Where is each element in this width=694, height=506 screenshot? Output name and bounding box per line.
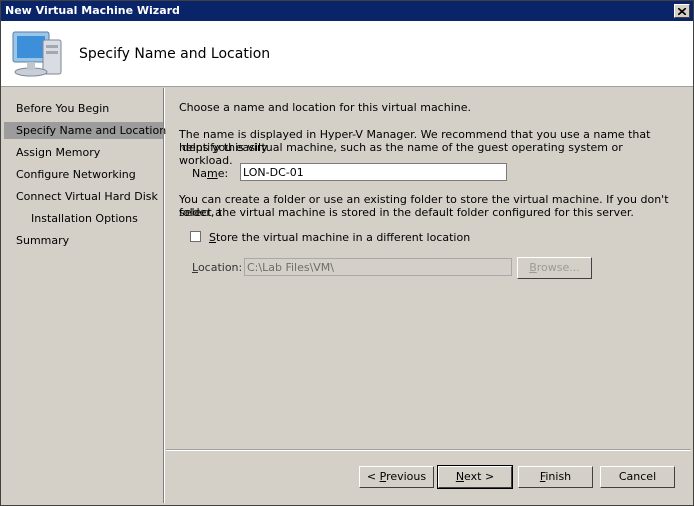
nav-item-assign-memory[interactable]: Assign Memory (4, 144, 164, 161)
wizard-header: Specify Name and Location (1, 21, 693, 87)
nav-item-specify-name-and-location[interactable]: Specify Name and Location (4, 122, 166, 139)
page-title: Specify Name and Location (79, 46, 271, 62)
cancel-button[interactable]: Cancel (600, 466, 675, 488)
location-label: Location: (192, 261, 242, 274)
nav-item-installation-options[interactable]: Installation Options (4, 210, 164, 227)
browse-button[interactable]: Browse... (517, 257, 592, 279)
nav-item-connect-virtual-hard-disk[interactable]: Connect Virtual Hard Disk (4, 188, 164, 205)
nav-item-before-you-begin[interactable]: Before You Begin (4, 100, 164, 117)
previous-button[interactable]: < Previous (359, 466, 434, 488)
wizard-steps-nav: Before You Begin Specify Name and Locati… (4, 88, 166, 503)
store-different-location-label: Store the virtual machine in a different… (209, 231, 470, 244)
previous-button-label: < Previous (366, 470, 427, 483)
location-input[interactable] (244, 258, 512, 276)
title-bar: New Virtual Machine Wizard (1, 1, 693, 21)
next-button[interactable]: Next > (437, 465, 513, 489)
close-icon (678, 7, 686, 15)
content-pane: Choose a name and location for this virt… (166, 88, 691, 448)
folder-description-line-2: folder, the virtual machine is stored in… (179, 206, 634, 219)
window-title: New Virtual Machine Wizard (5, 4, 180, 17)
store-different-location-checkbox[interactable] (190, 231, 201, 242)
nav-divider (163, 88, 164, 503)
browse-button-label: Browse... (529, 261, 580, 274)
location-label-text: Location: (192, 261, 243, 274)
finish-button[interactable]: Finish (518, 466, 593, 488)
nav-item-configure-networking[interactable]: Configure Networking (4, 166, 164, 183)
finish-button-label: Finish (539, 470, 572, 483)
name-label-text: Name: (192, 167, 229, 180)
computer-icon (12, 31, 62, 77)
button-bar-separator (166, 449, 691, 451)
store-location-label-text: Store the virtual machine in a different… (209, 231, 471, 244)
close-button[interactable] (674, 4, 690, 18)
next-button-label: Next > (455, 470, 495, 483)
nav-item-summary[interactable]: Summary (4, 232, 164, 249)
name-label: Name: (192, 167, 228, 180)
wizard-window: New Virtual Machine Wizard Specify Name … (0, 0, 694, 506)
name-input[interactable] (240, 163, 507, 181)
intro-text: Choose a name and location for this virt… (179, 101, 471, 114)
